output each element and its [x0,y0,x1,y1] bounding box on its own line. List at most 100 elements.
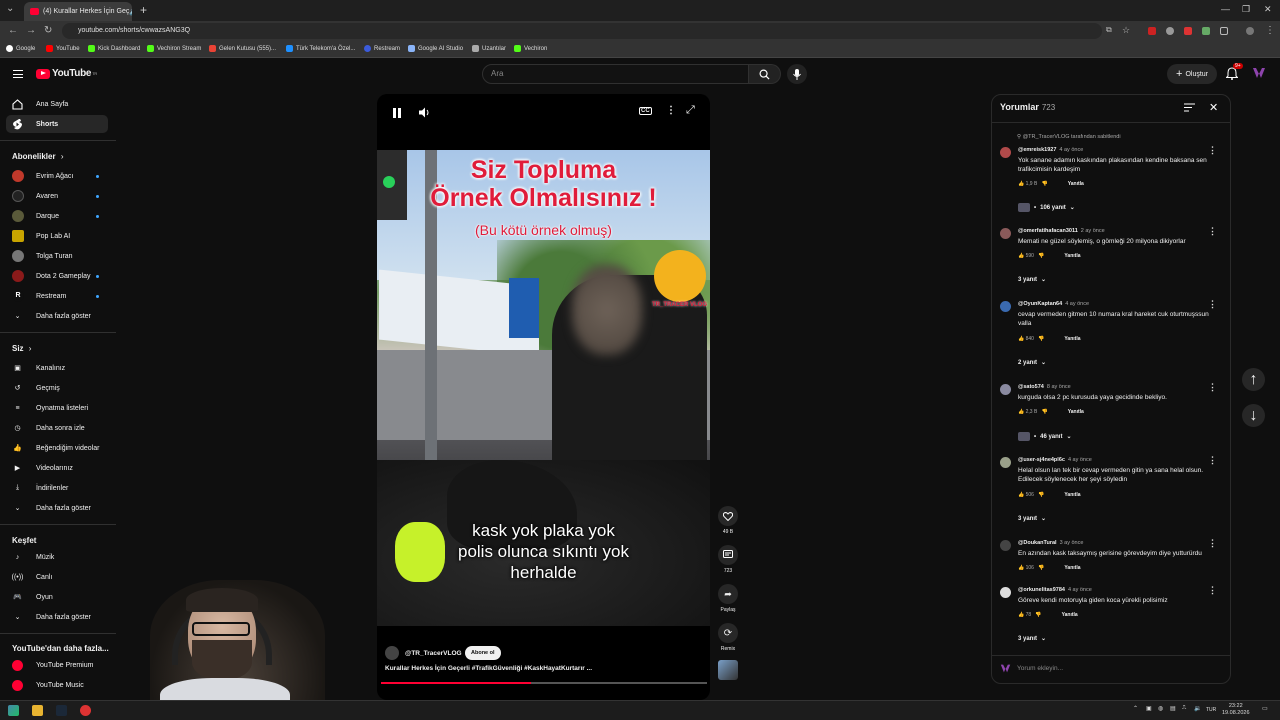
thumbs-down-icon[interactable]: 👎 [1035,612,1041,618]
tray-app-icon[interactable]: ▣ [1146,705,1152,712]
comment-author[interactable]: @OyunKaptan64 4 ay önce [1018,301,1089,307]
sidebar-channel-dota2[interactable]: Dota 2 Gameplay [6,267,108,285]
more-options-icon[interactable]: ⋮ [666,105,676,116]
comment-author[interactable]: @orkunelitas9784 4 ay önce [1018,587,1092,593]
create-button[interactable]: + Oluştur [1167,64,1217,84]
thumbs-up-icon[interactable]: 👍 [1018,565,1024,571]
thumbs-up-icon[interactable]: 👍 [1018,612,1024,618]
youtube-logo[interactable]: YouTube TR [36,68,97,79]
sort-icon[interactable] [1184,103,1195,112]
you-show-more[interactable]: ⌄ Daha fazla göster [6,499,108,517]
bookmark-gmail[interactable]: Gelen Kutusu (555)... [209,45,276,52]
install-icon[interactable]: ⧉ [1106,25,1112,35]
reply-button[interactable]: Yanıtla [1062,612,1078,618]
reply-button[interactable]: Yanıtla [1064,336,1080,342]
thumbs-down-icon[interactable]: 👎 [1038,336,1044,342]
comments-button[interactable]: 723 [717,545,739,574]
channel-name[interactable]: @TR_TracerVLOG [405,650,462,657]
replies-toggle[interactable]: 2 yanıt ⌄ [1018,359,1046,367]
subscribe-button[interactable]: Abone ol [465,646,501,660]
sidebar-item-music[interactable]: ♪ Müzik [6,548,108,566]
tab-audio-icon[interactable]: 🔊 [129,8,132,16]
previous-short-button[interactable]: ↑ [1242,368,1265,391]
next-short-button[interactable]: ↓ [1242,404,1265,427]
explore-show-more[interactable]: ⌄ Daha fazla göster [6,608,108,626]
url-input[interactable]: youtube.com/shorts/cwwazsANG3Q [62,23,1102,39]
bookmark-vechiron-stream[interactable]: Vechiron Stream [147,45,201,52]
search-input[interactable]: Ara [482,64,749,84]
comment-author[interactable]: @user-sj4ne4pl6c 4 ay önce [1018,457,1092,463]
search-button[interactable] [749,64,781,84]
commenter-avatar[interactable] [1000,457,1011,468]
bookmark-star-icon[interactable]: ☆ [1122,25,1130,36]
thumbs-up-icon[interactable]: 👍 [1018,253,1024,259]
sidebar-item-youtube-music[interactable]: YouTube Music [6,676,108,694]
shorts-player[interactable]: CC ⋮ ⤢ Siz Topluma Örnek Olmalısınız ! (… [377,94,710,700]
bookmark-vechiron[interactable]: Vechiron [514,45,547,52]
sidebar-item-shorts[interactable]: Shorts [6,115,108,133]
comment-menu-icon[interactable]: ⋮ [1208,145,1217,156]
voice-search-button[interactable] [787,64,807,84]
new-tab-button[interactable]: + [140,3,147,17]
sidebar-item-your-videos[interactable]: ▶ Videolarınız [6,459,108,477]
close-comments-icon[interactable]: ✕ [1209,101,1218,114]
extension-icon[interactable] [1166,27,1174,35]
start-icon[interactable] [8,705,19,716]
comment-author[interactable]: @emreisk1927 4 ay önce [1018,147,1083,153]
window-close-icon[interactable]: ✕ [1264,4,1272,15]
sound-thumbnail[interactable] [717,660,739,680]
sidebar-item-liked-videos[interactable]: 👍 Beğendiğim videolar [6,439,108,457]
sidebar-item-history[interactable]: ↺ Geçmiş [6,379,108,397]
reply-button[interactable]: Yanıtla [1068,409,1084,415]
steam-icon[interactable] [56,705,67,716]
reply-button[interactable]: Yanıtla [1064,492,1080,498]
bookmark-turk-telekom[interactable]: Türk Telekom'a Özel... [286,45,355,52]
you-heading[interactable]: Siz › [12,344,31,353]
browser-menu-icon[interactable]: ⋮ [1265,25,1275,36]
sidebar-channel-evrim-agaci[interactable]: Evrim Ağacı [6,167,108,185]
bookmark-youtube[interactable]: YouTube [46,45,80,52]
speaker-icon[interactable]: 🔉 [1194,705,1201,712]
profile-icon[interactable] [1246,27,1254,35]
remix-button[interactable]: ⟳ Remix [717,623,739,652]
comment-author[interactable]: @omerfatihafacan3011 2 ay önce [1018,228,1105,234]
sidebar-channel-pop-lab-ai[interactable]: Pop Lab AI [6,227,108,245]
sidebar-item-playlists[interactable]: ≡ Oynatma listeleri [6,399,108,417]
sidebar-item-your-channel[interactable]: ▣ Kanalınız [6,359,108,377]
bookmark-google[interactable]: Google [6,45,35,52]
thumbs-down-icon[interactable]: 👎 [1041,409,1047,415]
comment-menu-icon[interactable]: ⋮ [1208,226,1217,237]
thumbs-down-icon[interactable]: 👎 [1038,492,1044,498]
commenter-avatar[interactable] [1000,587,1011,598]
sidebar-item-home[interactable]: Ana Sayfa [6,95,108,113]
bookmark-restream[interactable]: Restream [364,45,400,52]
bookmark-kick[interactable]: Kick Dashboard [88,45,140,52]
commenter-avatar[interactable] [1000,228,1011,239]
bookmark-extensions[interactable]: Uzantılar [472,45,506,52]
commenter-avatar[interactable] [1000,384,1011,395]
tray-chevron-icon[interactable]: ⌃ [1133,705,1138,712]
bookmark-google-ai-studio[interactable]: Google AI Studio [408,45,463,52]
thumbs-up-icon[interactable]: 👍 [1018,409,1024,415]
comment-menu-icon[interactable]: ⋮ [1208,455,1217,466]
pause-icon[interactable] [392,108,402,118]
chrome-icon[interactable] [80,705,91,716]
extension-icon[interactable] [1184,27,1192,35]
language-indicator[interactable]: TUR [1206,707,1216,713]
comment-menu-icon[interactable]: ⋮ [1208,299,1217,310]
replies-toggle[interactable]: 3 yanıt ⌄ [1018,635,1046,643]
sidebar-item-downloads[interactable]: ⤓ İndirilenler [6,479,108,497]
comment-menu-icon[interactable]: ⋮ [1208,585,1217,596]
thumbs-up-icon[interactable]: 👍 [1018,492,1024,498]
browser-tab-active[interactable]: (4) Kurallar Herkes İçin Geç 🔊 ✕ [24,2,132,21]
subscriptions-show-more[interactable]: ⌄ Daha fazla göster [6,307,108,325]
replies-toggle[interactable]: 3 yanıt ⌄ [1018,515,1046,523]
extension-icon[interactable] [1202,27,1210,35]
replies-toggle[interactable]: • 106 yanıt ⌄ [1018,203,1075,212]
replies-toggle[interactable]: 3 yanıt ⌄ [1018,276,1046,284]
sidebar-channel-restream[interactable]: R Restream [6,287,108,305]
comment-author[interactable]: @DoukanTural 3 ay önce [1018,540,1083,546]
sidebar-channel-darque[interactable]: Darque [6,207,108,225]
forward-icon[interactable]: → [26,25,36,36]
sidebar-item-gaming[interactable]: 🎮 Oyun [6,588,108,606]
